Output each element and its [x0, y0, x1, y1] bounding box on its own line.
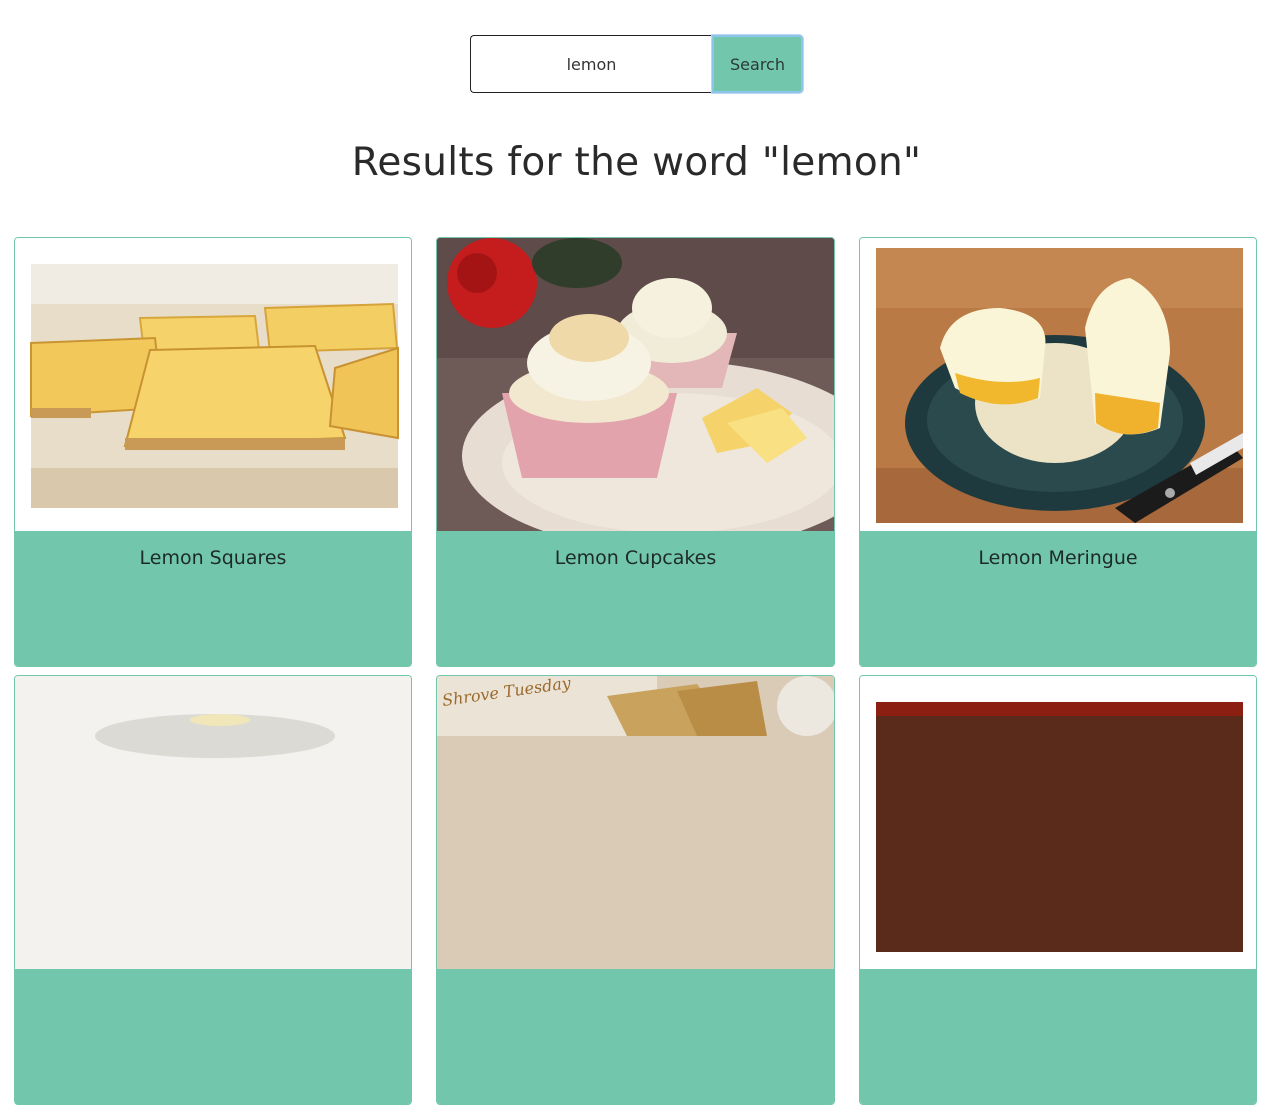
recipe-card-4[interactable] [14, 675, 412, 1105]
card-caption: Lemon Meringue [860, 531, 1256, 666]
recipe-card-lemon-squares[interactable]: Lemon Squares [14, 237, 412, 667]
recipe-card-5[interactable]: Shrove Tuesday [436, 675, 835, 1105]
lemon-cupcakes-photo [437, 238, 834, 531]
card-caption: Lemon Squares [15, 531, 411, 666]
card-title: Lemon Cupcakes [554, 547, 717, 569]
recipe-card-6[interactable] [859, 675, 1257, 1105]
card-caption [15, 969, 411, 1104]
lemon-meringue-photo [860, 238, 1256, 531]
recipe-card-lemon-cupcakes[interactable]: Lemon Cupcakes [436, 237, 835, 667]
search-input[interactable] [470, 35, 712, 93]
search-bar: Search [470, 35, 803, 93]
recipe-card-lemon-meringue[interactable]: Lemon Meringue [859, 237, 1257, 667]
card-title: Lemon Squares [139, 547, 287, 569]
shrove-tuesday-pancakes-photo: Shrove Tuesday [437, 676, 834, 969]
card-caption [860, 969, 1256, 1104]
lemon-dish-photo [860, 676, 1256, 969]
lemon-tart-photo [15, 676, 411, 969]
card-caption [437, 969, 834, 1104]
lemon-squares-photo [15, 238, 411, 531]
card-caption: Lemon Cupcakes [437, 531, 834, 666]
search-button[interactable]: Search [712, 35, 803, 93]
results-heading: Results for the word "lemon" [351, 140, 922, 185]
card-title: Lemon Meringue [978, 547, 1138, 569]
